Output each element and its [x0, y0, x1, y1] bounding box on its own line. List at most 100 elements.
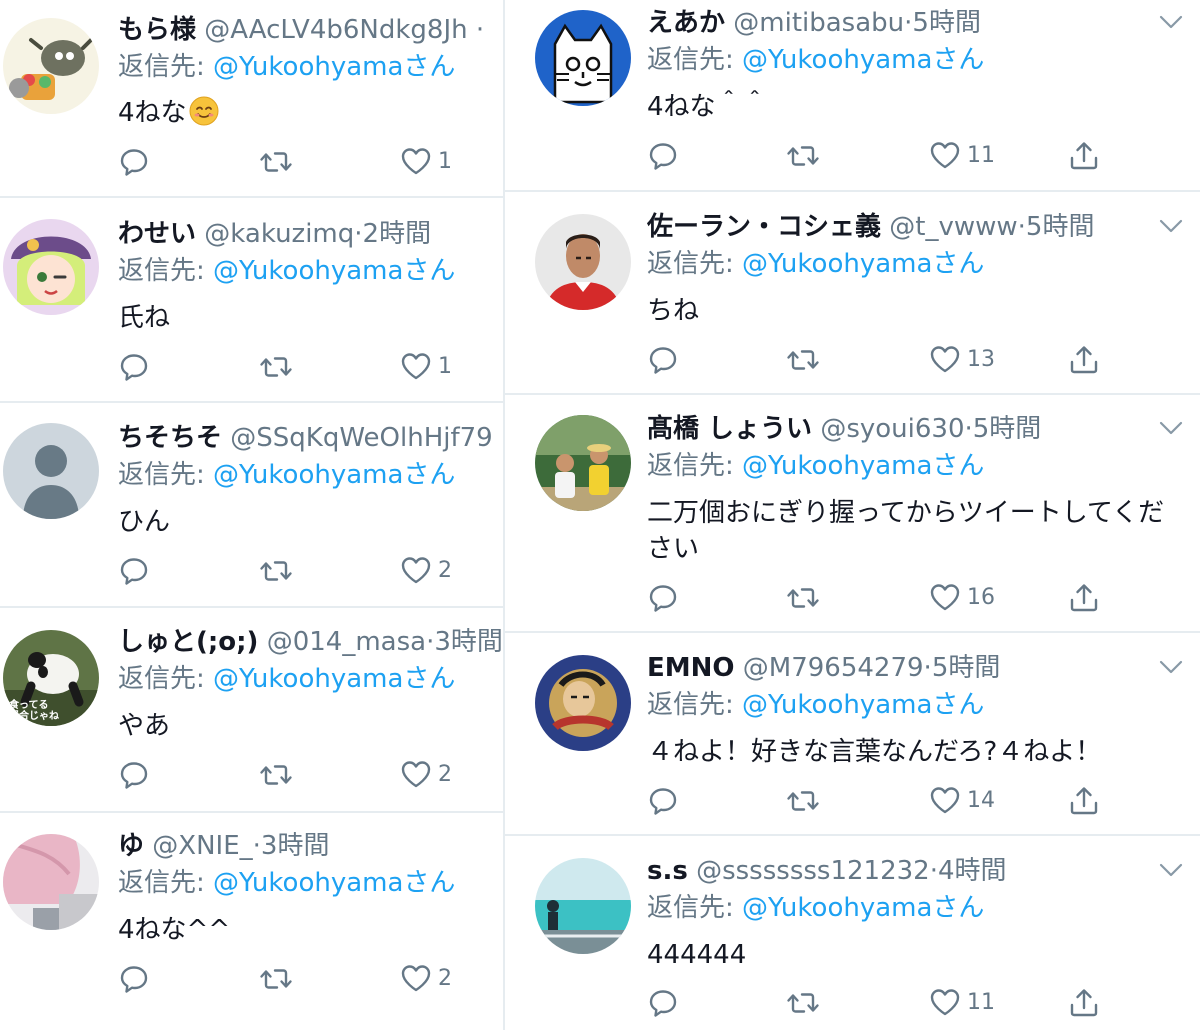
user-handle[interactable]: @kakuzimq	[204, 219, 354, 249]
tweet[interactable]: 髙橋 しょうい @syoui630·5時間 返信先: @Yukoohyamaさん…	[505, 395, 1200, 631]
retweet-button[interactable]	[258, 351, 294, 383]
like-button[interactable]: 14	[929, 785, 995, 815]
user-handle[interactable]: @AAcLV4b6Ndkg8Jh	[204, 15, 467, 45]
like-button[interactable]: 13	[929, 344, 995, 374]
tweet-timestamp[interactable]: 4時間	[938, 856, 1007, 886]
user-handle[interactable]: @M79654279	[743, 653, 924, 683]
user-avatar-anime-creature[interactable]	[3, 18, 99, 114]
share-button[interactable]	[1068, 140, 1100, 172]
tweet-text-line: さい	[647, 534, 700, 564]
tweet[interactable]: わせい @kakuzimq·2時間 返信先: @Yukoohyamaさん 氏ね …	[0, 198, 504, 401]
user-avatar-kids-photo[interactable]	[535, 415, 631, 511]
like-button[interactable]: 1	[400, 146, 452, 176]
user-display-name[interactable]: えあか	[647, 8, 725, 38]
tweet-timestamp[interactable]: 5時間	[932, 653, 1001, 683]
user-avatar-cat[interactable]	[535, 10, 631, 106]
share-button[interactable]	[1068, 582, 1100, 614]
reply-icon	[647, 987, 679, 1019]
chevron-down-icon[interactable]	[1159, 14, 1183, 30]
chevron-down-icon[interactable]	[1159, 862, 1183, 878]
like-button[interactable]: 1	[400, 351, 452, 381]
retweet-button[interactable]	[258, 759, 294, 791]
chevron-down-icon[interactable]	[1159, 218, 1183, 234]
reply-mention-link[interactable]: @Yukoohyamaさん	[213, 664, 455, 694]
tweet[interactable]: もら様 @AAcLV4b6Ndkg8Jh · 返信先: @Yukoohyamaさ…	[0, 0, 504, 196]
user-display-name[interactable]: EMNO	[647, 653, 735, 683]
user-handle[interactable]: @ssssssss121232	[696, 856, 930, 886]
reply-mention-link[interactable]: @Yukoohyamaさん	[213, 256, 455, 286]
tweet-timestamp[interactable]: 5時間	[973, 414, 1042, 444]
user-handle[interactable]: @t_vwww	[889, 212, 1017, 242]
tweet[interactable]: s.s @ssssssss121232·4時間 返信先: @Yukoohyama…	[505, 836, 1200, 1030]
reply-button[interactable]	[118, 146, 150, 178]
retweet-button[interactable]	[785, 785, 821, 817]
user-display-name[interactable]: s.s	[647, 856, 688, 886]
reply-mention-link[interactable]: @Yukoohyamaさん	[213, 868, 455, 898]
like-button[interactable]: 11	[929, 140, 995, 170]
tweet-timestamp[interactable]: 3時間	[434, 627, 503, 657]
reply-mention-link[interactable]: @Yukoohyamaさん	[742, 893, 984, 923]
like-button[interactable]: 2	[400, 759, 452, 789]
tweet-timestamp[interactable]: 3時間	[261, 831, 330, 861]
reply-mention-link[interactable]: @Yukoohyamaさん	[742, 45, 984, 75]
reply-button[interactable]	[118, 555, 150, 587]
reply-button[interactable]	[118, 759, 150, 791]
tweet-timestamp[interactable]: 5時間	[1026, 212, 1095, 242]
share-button[interactable]	[1068, 987, 1100, 1019]
reply-button[interactable]	[647, 785, 679, 817]
user-display-name[interactable]: ちそちそ	[118, 423, 222, 453]
tweet[interactable]: ちそちそ @SSqKqWeOlhHjf79 返信先: @Yukoohyamaさん…	[0, 403, 504, 606]
user-avatar-ukiyoe[interactable]	[535, 655, 631, 751]
reply-mention-link[interactable]: @Yukoohyamaさん	[742, 690, 984, 720]
user-avatar-football-player[interactable]	[535, 214, 631, 310]
user-display-name[interactable]: もら様	[118, 15, 196, 45]
retweet-button[interactable]	[258, 963, 294, 995]
like-button[interactable]: 11	[929, 987, 995, 1017]
retweet-button[interactable]	[258, 146, 294, 178]
chevron-down-icon[interactable]	[1159, 659, 1183, 675]
tweet-timestamp[interactable]: 2時間	[363, 219, 432, 249]
reply-button[interactable]	[647, 987, 679, 1019]
like-button[interactable]: 16	[929, 582, 995, 612]
like-button[interactable]: 2	[400, 963, 452, 993]
reply-button[interactable]	[647, 140, 679, 172]
retweet-button[interactable]	[785, 987, 821, 1019]
reply-mention-link[interactable]: @Yukoohyamaさん	[213, 460, 455, 490]
retweet-button[interactable]	[785, 582, 821, 614]
reply-button[interactable]	[647, 582, 679, 614]
chevron-down-icon[interactable]	[1159, 420, 1183, 436]
reply-button[interactable]	[118, 963, 150, 995]
user-handle[interactable]: @XNIE_	[152, 831, 252, 861]
tweet-timestamp[interactable]: 5時間	[912, 8, 981, 38]
tweet[interactable]: EMNO @M79654279·5時間 返信先: @Yukoohyamaさん ４…	[505, 633, 1200, 834]
reply-button[interactable]	[118, 351, 150, 383]
reply-button[interactable]	[647, 344, 679, 376]
share-button[interactable]	[1068, 785, 1100, 817]
tweet[interactable]: 佐ーラン・コシェ義 @t_vwww·5時間 返信先: @Yukoohyamaさん…	[505, 192, 1200, 393]
tweet[interactable]: 食ってる 場合じゃね しゅと(;o;) @014_masa·3時間 返信先: @…	[0, 608, 504, 811]
user-display-name[interactable]: しゅと(;o;)	[118, 627, 258, 657]
user-display-name[interactable]: 髙橋 しょうい	[647, 414, 812, 444]
reply-mention-link[interactable]: @Yukoohyamaさん	[213, 52, 455, 82]
tweet[interactable]: えあか @mitibasabu·5時間 返信先: @Yukoohyamaさん 4…	[505, 0, 1200, 190]
user-avatar-default[interactable]	[3, 423, 99, 519]
like-button[interactable]: 2	[400, 555, 452, 585]
user-avatar-pink-hair[interactable]	[3, 834, 99, 930]
user-display-name[interactable]: 佐ーラン・コシェ義	[647, 212, 881, 242]
user-avatar-panda[interactable]: 食ってる 場合じゃね	[3, 630, 99, 726]
tweet[interactable]: ゆ @XNIE_·3時間 返信先: @Yukoohyamaさん 4ねな^^ 2	[0, 813, 504, 1030]
retweet-button[interactable]	[258, 555, 294, 587]
reply-mention-link[interactable]: @Yukoohyamaさん	[742, 249, 984, 279]
retweet-button[interactable]	[785, 344, 821, 376]
retweet-button[interactable]	[785, 140, 821, 172]
user-handle[interactable]: @SSqKqWeOlhHjf79	[230, 423, 492, 453]
share-button[interactable]	[1068, 344, 1100, 376]
user-avatar-anime-girl[interactable]	[3, 219, 99, 315]
user-avatar-beach[interactable]	[535, 858, 631, 954]
user-handle[interactable]: @syoui630	[820, 414, 964, 444]
user-handle[interactable]: @mitibasabu	[733, 8, 904, 38]
user-handle[interactable]: @014_masa	[267, 627, 426, 657]
user-display-name[interactable]: ゆ	[118, 831, 144, 861]
user-display-name[interactable]: わせい	[118, 219, 196, 249]
reply-mention-link[interactable]: @Yukoohyamaさん	[742, 451, 984, 481]
